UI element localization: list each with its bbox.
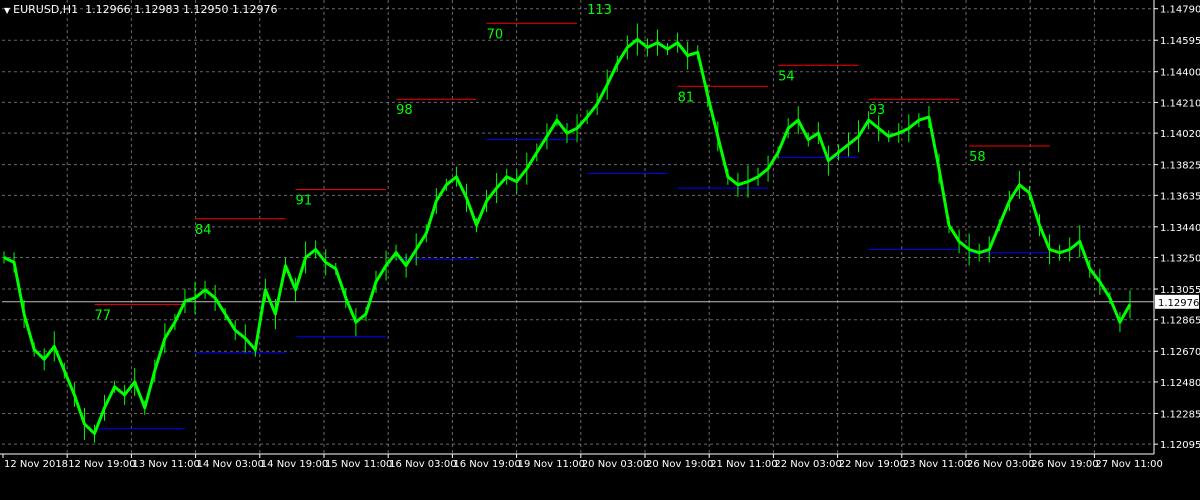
time-tick-label: 20 Nov 19:00	[646, 459, 713, 470]
price-tick-label: 1.14210	[1160, 98, 1200, 109]
level-label: 81	[678, 90, 695, 105]
price-tick-label: 1.13825	[1160, 161, 1200, 172]
price-tick-label: 1.14595	[1160, 36, 1200, 47]
time-tick-label: 12 Nov 2018	[4, 459, 68, 470]
level-label: 93	[869, 103, 886, 118]
level-label: 54	[778, 69, 795, 84]
level-lines	[94, 22, 1050, 430]
time-tick-label: 27 Nov 11:00	[1095, 459, 1162, 470]
level-label: 70	[487, 27, 504, 42]
time-tick-label: 22 Nov 03:00	[774, 459, 841, 470]
price-tick-label: 1.12480	[1160, 378, 1200, 389]
price-tick-label: 1.13440	[1160, 223, 1200, 234]
time-tick-label: 23 Nov 11:00	[903, 459, 970, 470]
time-tick-label: 26 Nov 03:00	[967, 459, 1034, 470]
level-label: 98	[396, 103, 413, 118]
price-tick-label: 1.14790	[1160, 5, 1200, 16]
price-series	[3, 23, 1132, 443]
level-label: 113	[587, 3, 612, 18]
time-axis: 12 Nov 2018 12 Nov 19:0013 Nov 11:0014 No…	[2, 454, 1163, 470]
price-tick-label: 1.13635	[1160, 191, 1200, 202]
price-chart[interactable]: 778491987011381549358 1.147901.145951.14…	[0, 0, 1200, 500]
price-tick-label: 1.12285	[1160, 409, 1200, 420]
level-label: 58	[969, 150, 986, 165]
price-line	[3, 37, 1132, 436]
price-axis: 1.14790 1.14595 1.14400 1.14210 1.14020 1.138…	[0, 0, 1200, 455]
time-tick-label: 14 Nov 19:00	[261, 459, 328, 470]
time-tick-label: 16 Nov 19:00	[453, 459, 520, 470]
time-tick-label: 13 Nov 11:00	[132, 459, 199, 470]
level-label: 77	[94, 308, 111, 323]
price-tick-label: 1.13250	[1160, 254, 1200, 265]
price-tick-label: 1.12095	[1160, 440, 1200, 451]
chart-grid	[2, 0, 1154, 454]
time-tick-label: 26 Nov 19:00	[1031, 459, 1098, 470]
time-tick-label: 20 Nov 03:00	[582, 459, 649, 470]
level-labels: 77 84 91 98 70 113 81 54 93 58	[94, 3, 985, 323]
price-tick-label: 1.12670	[1160, 347, 1200, 358]
time-tick-label: 16 Nov 03:00	[389, 459, 456, 470]
time-tick-label: 14 Nov 03:00	[197, 459, 264, 470]
level-label: 91	[296, 194, 313, 209]
current-price-label: 1.12976	[1158, 298, 1199, 309]
time-tick-label: 15 Nov 11:00	[325, 459, 392, 470]
time-tick-label: 12 Nov 19:00	[68, 459, 135, 470]
time-tick-label: 19 Nov 11:00	[518, 459, 585, 470]
price-tick-label: 1.13055	[1160, 285, 1200, 296]
level-label: 84	[195, 223, 212, 238]
price-tick-label: 1.14400	[1160, 68, 1200, 79]
time-tick-label: 21 Nov 11:00	[710, 459, 777, 470]
price-tick-label: 1.12865	[1160, 316, 1200, 327]
price-tick-label: 1.14020	[1160, 129, 1200, 140]
time-tick-label: 22 Nov 19:00	[839, 459, 906, 470]
